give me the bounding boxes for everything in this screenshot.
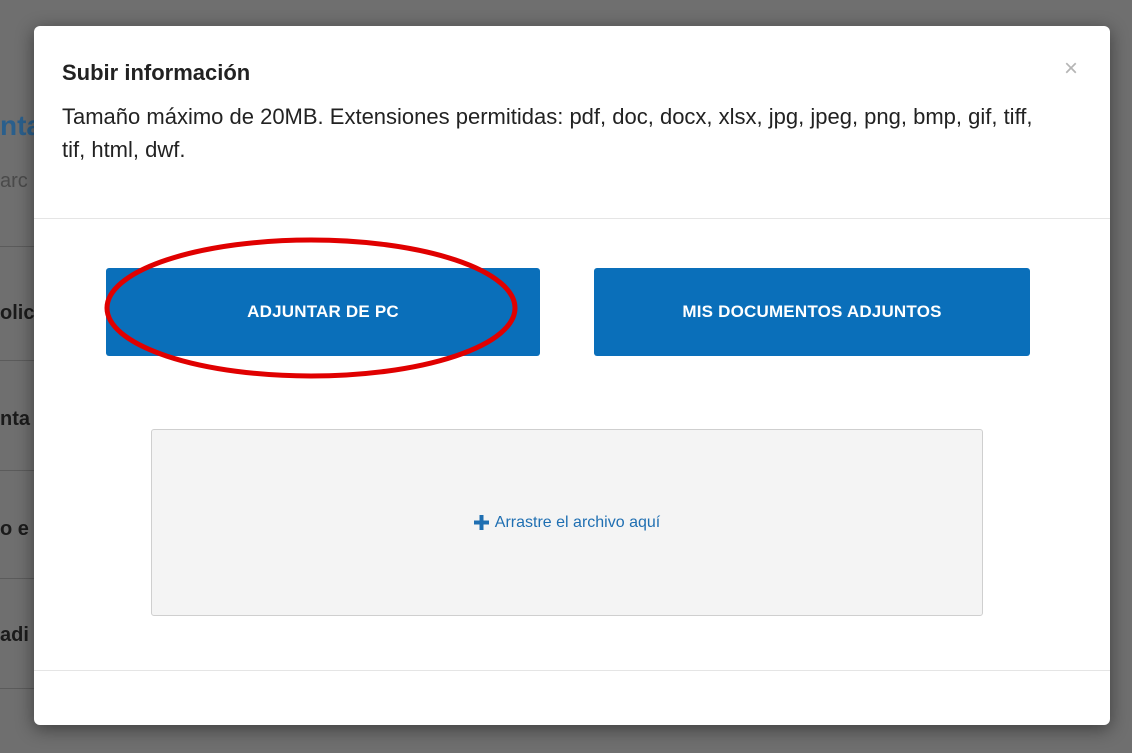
background-divider [0,360,36,361]
file-dropzone[interactable]: Arrastre el archivo aquí [151,429,983,616]
modal-description: Tamaño máximo de 20MB. Extensiones permi… [62,104,1033,162]
background-divider [0,578,36,579]
background-text-fragment: adi [0,624,29,646]
background-text-fragment: o e [0,518,29,540]
background-text-fragment: arc [0,170,28,192]
modal-title: Subir información [62,60,251,85]
dropzone-content: Arrastre el archivo aquí [473,513,661,532]
my-attached-documents-label: MIS DOCUMENTOS ADJUNTOS [682,302,942,321]
background-divider [0,470,36,471]
background-text-fragment: nta [0,408,30,430]
background-text-fragment: nta [0,110,36,141]
attach-from-pc-button[interactable]: ADJUNTAR DE PC [106,268,540,356]
modal-header: Subir información Tamaño máximo de 20MB.… [34,26,1110,219]
background-divider [0,246,36,247]
my-attached-documents-button[interactable]: MIS DOCUMENTOS ADJUNTOS [594,268,1030,356]
background-text-fragment: olic [0,302,35,324]
modal-footer-divider [34,670,1110,671]
upload-modal: Subir información Tamaño máximo de 20MB.… [34,26,1110,725]
dropzone-label: Arrastre el archivo aquí [494,513,661,531]
attach-from-pc-label: ADJUNTAR DE PC [247,302,399,321]
background-divider [0,688,36,689]
close-button[interactable]: × [1058,56,1084,82]
plus-icon [473,515,489,530]
